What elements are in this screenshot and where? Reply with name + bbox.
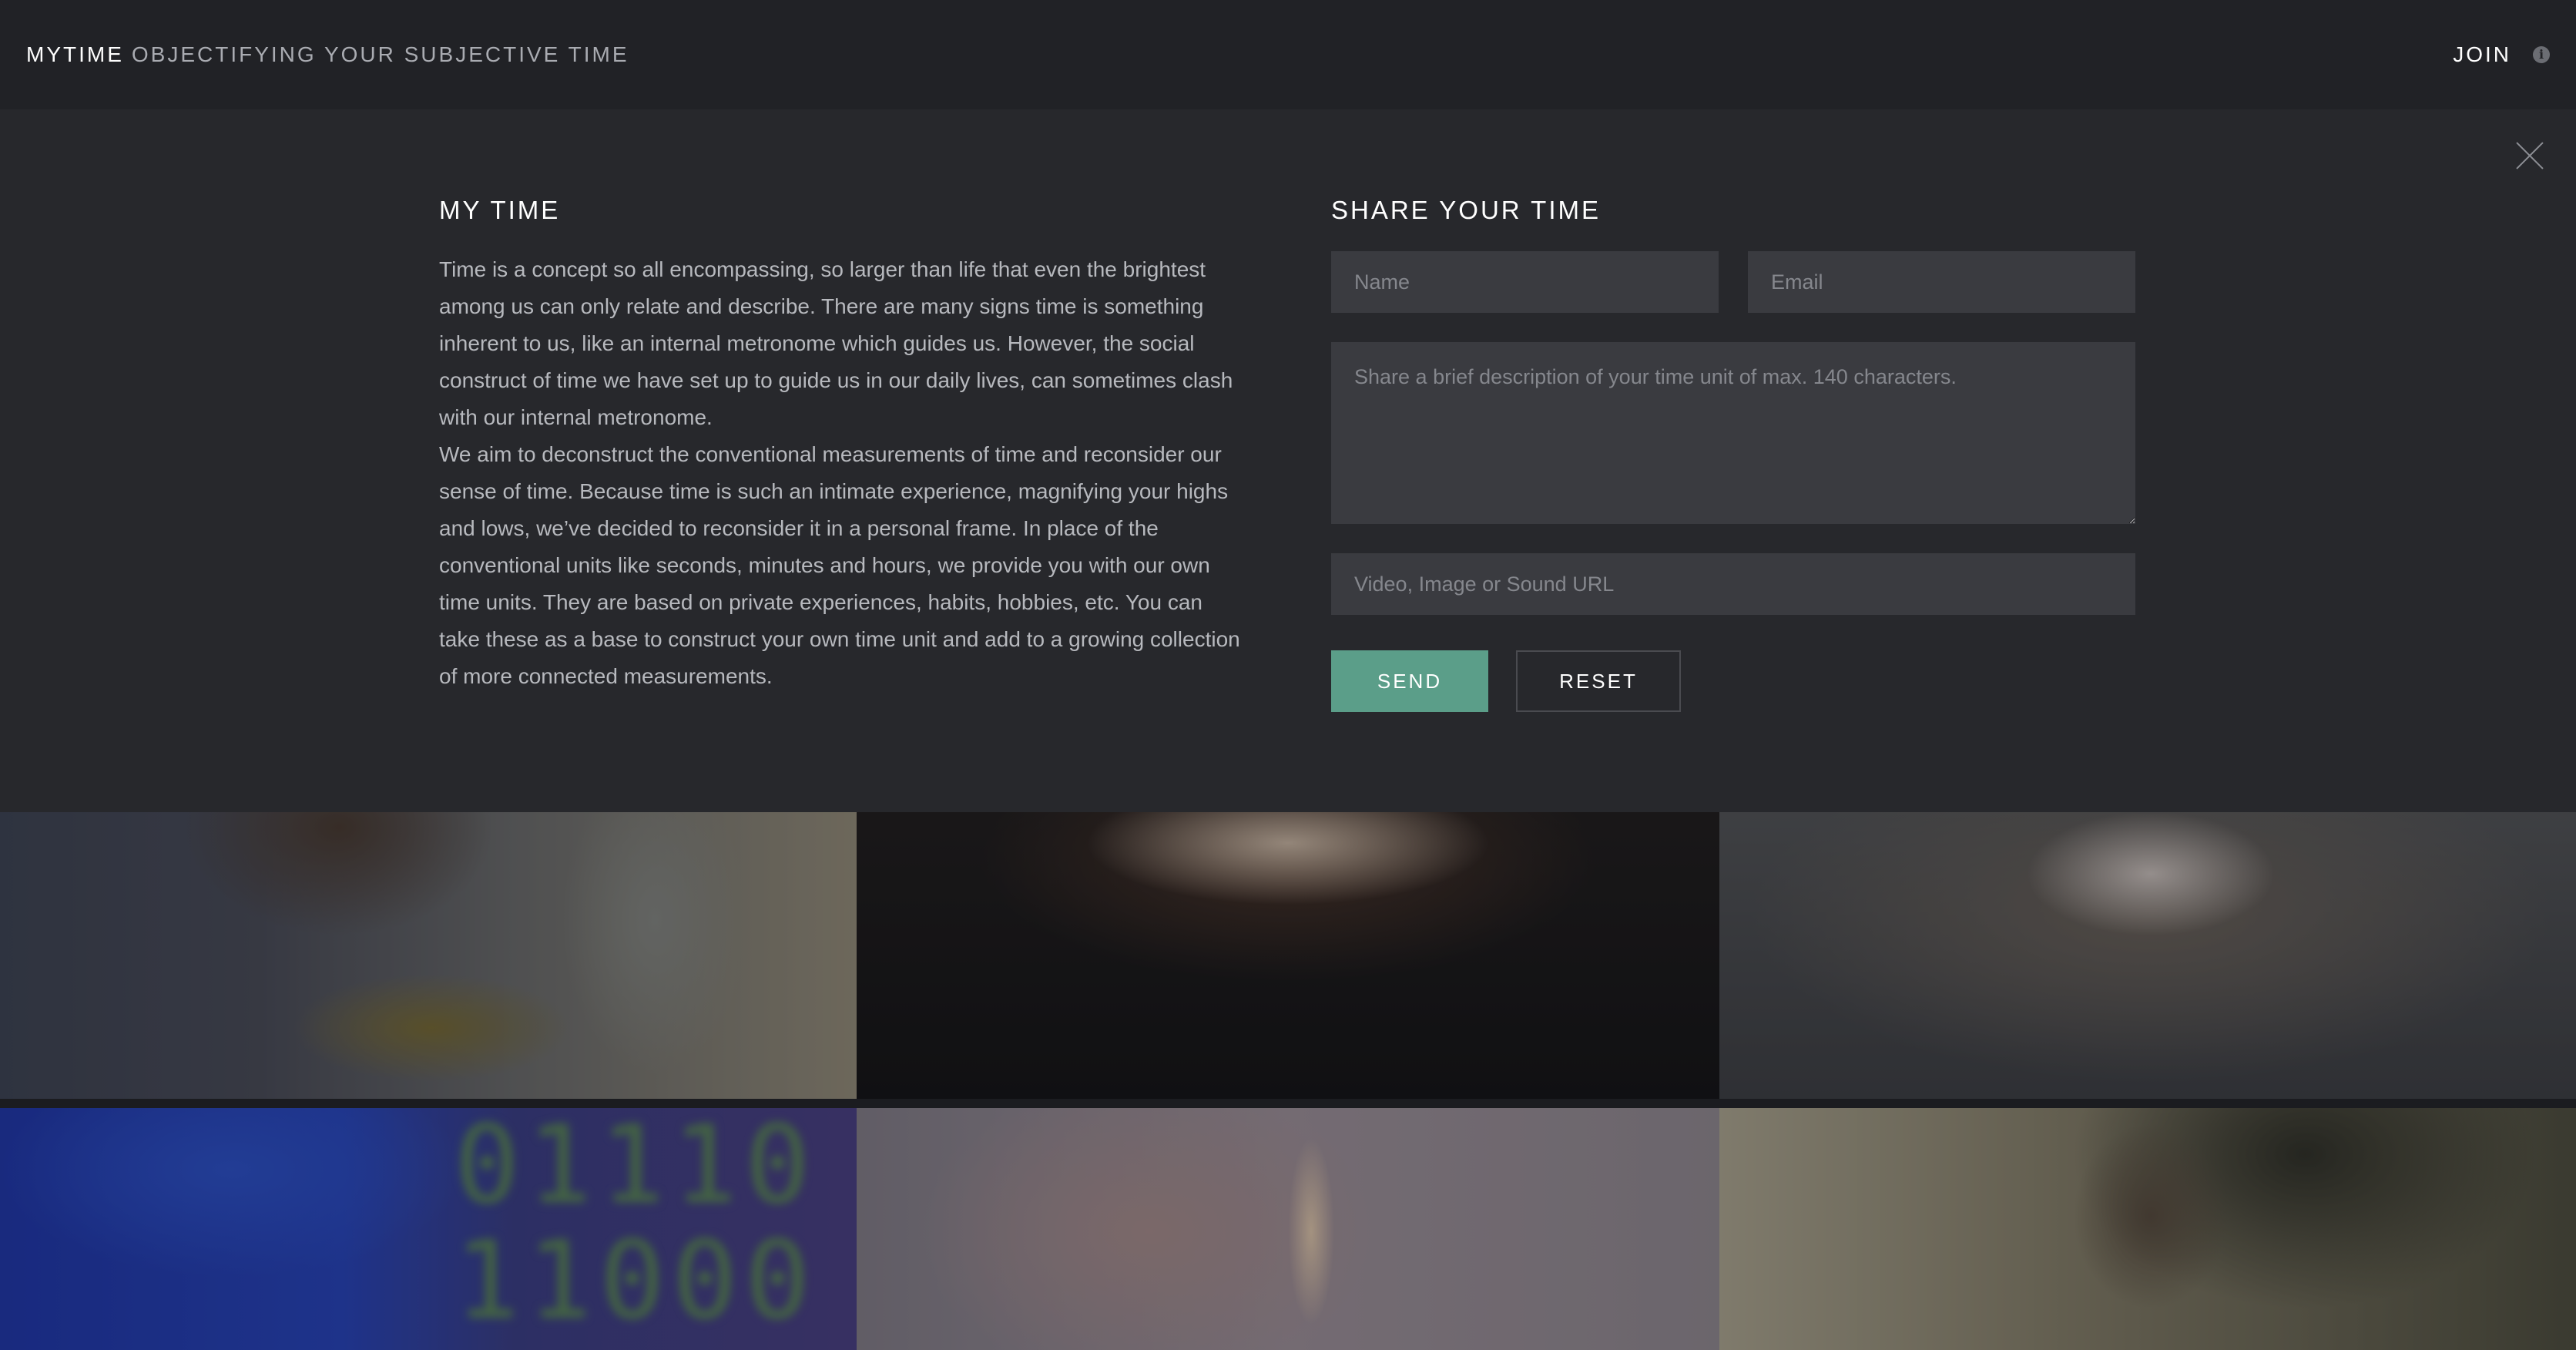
media-url-field[interactable] xyxy=(1331,553,2135,615)
brand-name[interactable]: MYTIME xyxy=(26,42,124,67)
about-section: MY TIME Time is a concept so all encompa… xyxy=(439,196,1240,695)
description-field[interactable] xyxy=(1331,342,2135,524)
time-unit-grid: 01110 11000 xyxy=(0,812,2576,1350)
about-share-overlay: MY TIME Time is a concept so all encompa… xyxy=(0,109,2576,812)
join-link[interactable]: JOIN xyxy=(2453,42,2511,67)
about-paragraph-2: We aim to deconstruct the conventional m… xyxy=(439,442,1240,688)
about-title: MY TIME xyxy=(439,196,561,224)
about-paragraph-1: Time is a concept so all encompassing, s… xyxy=(439,257,1233,429)
form-buttons: SEND RESET xyxy=(1331,650,2135,712)
reset-button[interactable]: RESET xyxy=(1516,650,1681,712)
name-field[interactable] xyxy=(1331,251,1719,313)
share-title: SHARE YOUR TIME xyxy=(1331,196,1602,224)
about-text: Time is a concept so all encompassing, s… xyxy=(439,251,1240,695)
name-email-row xyxy=(1331,251,2135,313)
info-icon[interactable]: i xyxy=(2533,46,2550,63)
grid-dim-overlay xyxy=(0,812,2576,1350)
brand[interactable]: MYTIME OBJECTIFYING YOUR SUBJECTIVE TIME xyxy=(26,42,629,67)
email-field[interactable] xyxy=(1748,251,2135,313)
close-icon[interactable] xyxy=(2514,140,2545,171)
share-form: SEND RESET xyxy=(1331,251,2135,712)
share-section: SHARE YOUR TIME SEND RESET xyxy=(1331,196,2135,712)
page: MYTIME OBJECTIFYING YOUR SUBJECTIVE TIME… xyxy=(0,0,2576,1350)
top-right-nav: JOIN i xyxy=(2453,42,2550,67)
brand-tagline: OBJECTIFYING YOUR SUBJECTIVE TIME xyxy=(131,42,629,66)
send-button[interactable]: SEND xyxy=(1331,650,1488,712)
top-bar: MYTIME OBJECTIFYING YOUR SUBJECTIVE TIME… xyxy=(0,0,2576,109)
